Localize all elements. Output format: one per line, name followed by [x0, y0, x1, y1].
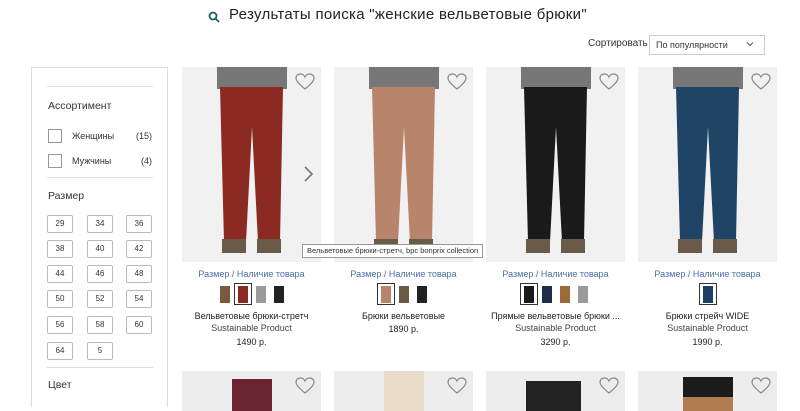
- chevron-right-icon[interactable]: [301, 164, 315, 184]
- search-icon: [208, 11, 220, 23]
- size-button-29[interactable]: 29: [47, 215, 73, 233]
- assortment-heading: Ассортимент: [48, 100, 112, 112]
- filter-label-men[interactable]: Мужчины: [72, 156, 111, 166]
- product-image[interactable]: [638, 67, 777, 262]
- product-name[interactable]: Брюки вельветовые: [330, 311, 477, 321]
- size-button-34[interactable]: 34: [87, 215, 113, 233]
- color-swatch[interactable]: [558, 285, 572, 303]
- color-swatches: [638, 283, 777, 305]
- size-button-60[interactable]: 60: [126, 316, 152, 334]
- color-swatch[interactable]: [415, 285, 429, 303]
- size-button-46[interactable]: 46: [87, 265, 113, 283]
- color-swatch[interactable]: [519, 283, 538, 305]
- product-photo: [521, 67, 591, 253]
- size-button-56[interactable]: 56: [47, 316, 73, 334]
- heart-icon[interactable]: [751, 377, 771, 395]
- size-button-52[interactable]: 52: [87, 290, 113, 308]
- size-heading: Размер: [48, 190, 85, 202]
- product-name[interactable]: Брюки стрейч WIDE: [634, 311, 781, 321]
- product-price: 1490 р.: [236, 337, 267, 347]
- divider: [47, 86, 153, 87]
- product-name[interactable]: Вельветовые брюки-стретч: [178, 311, 325, 321]
- filter-count-men: (4): [141, 156, 152, 166]
- product-image[interactable]: [486, 371, 625, 411]
- page-title: Результаты поиска "женские вельветовые б…: [229, 6, 587, 23]
- color-swatches: [334, 283, 473, 305]
- product-tooltip: Вельветовые брюки-стретч, bpc bonprix co…: [302, 244, 484, 258]
- chevron-down-icon: [746, 42, 754, 47]
- page-header: Результаты поиска "женские вельветовые б…: [0, 0, 800, 34]
- color-swatch[interactable]: [254, 285, 268, 303]
- product-subtitle: Sustainable Product: [211, 323, 292, 333]
- color-heading: Цвет: [48, 379, 72, 391]
- sort-select[interactable]: По популярности: [649, 35, 765, 55]
- filter-label-women[interactable]: Женщины: [72, 131, 114, 141]
- divider: [47, 367, 153, 368]
- divider: [47, 177, 153, 178]
- size-button-50[interactable]: 50: [47, 290, 73, 308]
- sort-selected-value: По популярности: [656, 40, 728, 50]
- product-subtitle: Sustainable Product: [667, 323, 748, 333]
- size-availability-link[interactable]: Размер / Наличие товара: [334, 269, 473, 279]
- size-button-5[interactable]: 5: [87, 342, 113, 360]
- product-image[interactable]: [182, 371, 321, 411]
- size-button-36[interactable]: 36: [126, 215, 152, 233]
- size-button-44[interactable]: 44: [47, 265, 73, 283]
- heart-icon[interactable]: [599, 377, 619, 395]
- heart-icon[interactable]: [751, 73, 771, 91]
- product-image[interactable]: [334, 371, 473, 411]
- sort-label: Сортировать: [588, 38, 648, 49]
- checkbox-women[interactable]: [48, 129, 62, 143]
- color-swatches: [486, 283, 625, 305]
- size-button-42[interactable]: 42: [126, 240, 152, 258]
- size-button-38[interactable]: 38: [47, 240, 73, 258]
- size-button-54[interactable]: 54: [126, 290, 152, 308]
- product-price: 3290 р.: [540, 337, 571, 347]
- size-button-58[interactable]: 58: [87, 316, 113, 334]
- heart-icon[interactable]: [295, 73, 315, 91]
- heart-icon[interactable]: [599, 73, 619, 91]
- color-swatch[interactable]: [576, 285, 590, 303]
- heart-icon[interactable]: [447, 73, 467, 91]
- checkbox-men[interactable]: [48, 154, 62, 168]
- heart-icon[interactable]: [447, 377, 467, 395]
- color-swatch[interactable]: [397, 285, 411, 303]
- product-price: 1890 р.: [388, 324, 419, 334]
- product-image[interactable]: [486, 67, 625, 262]
- product-price: 1990 р.: [692, 337, 723, 347]
- product-name[interactable]: Прямые вельветовые брюки ...: [482, 311, 629, 321]
- size-availability-link[interactable]: Размер / Наличие товара: [486, 269, 625, 279]
- size-button-40[interactable]: 40: [87, 240, 113, 258]
- filter-sidebar: Ассортимент Женщины (15) Мужчины (4) Раз…: [31, 67, 168, 407]
- product-subtitle: Sustainable Product: [515, 323, 596, 333]
- size-button-48[interactable]: 48: [126, 265, 152, 283]
- color-swatch[interactable]: [698, 283, 717, 305]
- color-swatch[interactable]: [218, 285, 232, 303]
- product-photo: [673, 67, 743, 253]
- product-image[interactable]: [334, 67, 473, 262]
- color-swatch[interactable]: [376, 283, 395, 305]
- product-photo: [369, 67, 439, 253]
- size-button-64[interactable]: 64: [47, 342, 73, 360]
- color-swatch[interactable]: [233, 283, 252, 305]
- color-swatches: [182, 283, 321, 305]
- size-availability-link[interactable]: Размер / Наличие товара: [182, 269, 321, 279]
- filter-count-women: (15): [135, 131, 152, 141]
- color-swatch[interactable]: [540, 285, 554, 303]
- color-swatch[interactable]: [272, 285, 286, 303]
- heart-icon[interactable]: [295, 377, 315, 395]
- size-availability-link[interactable]: Размер / Наличие товара: [638, 269, 777, 279]
- product-image[interactable]: [638, 371, 777, 411]
